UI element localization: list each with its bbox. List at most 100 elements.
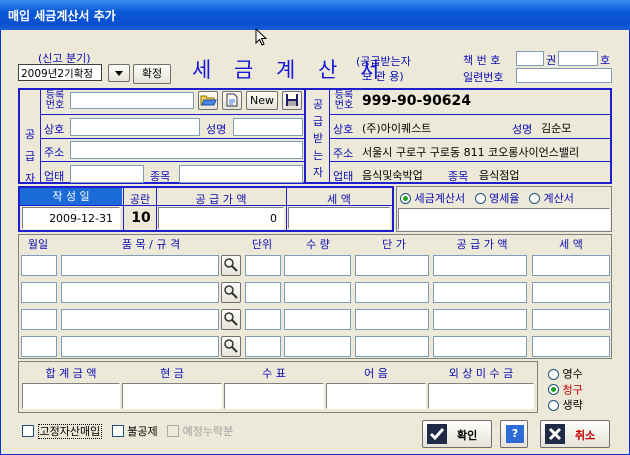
- items-row-1-date-input[interactable]: [21, 255, 57, 276]
- item-search-button[interactable]: [221, 309, 241, 330]
- new-document-icon: [226, 93, 238, 107]
- items-row-3-item-input[interactable]: [61, 309, 219, 330]
- radio-receipt-label: 영수: [562, 367, 583, 381]
- supplier-name-input[interactable]: [233, 118, 303, 136]
- date-header: 작 성 일: [20, 188, 122, 206]
- supplier-business-input[interactable]: [70, 165, 144, 183]
- supply-amount-field[interactable]: 0: [158, 207, 284, 229]
- supplier-grid-line: [40, 114, 304, 115]
- items-row-1-qty-input[interactable]: [284, 255, 351, 276]
- book-number-input[interactable]: [558, 51, 598, 66]
- radio-omit-label: 생략: [562, 398, 583, 412]
- radio-receipt[interactable]: [548, 368, 559, 380]
- save-button[interactable]: [282, 91, 302, 110]
- fixed-asset-checkbox[interactable]: [22, 425, 34, 437]
- radio-tax-invoice-label: 세금계산서: [414, 192, 466, 205]
- confirm-period-button[interactable]: 확정: [133, 64, 171, 84]
- tax-amount-field[interactable]: [288, 207, 390, 229]
- items-row-4-supply-input[interactable]: [433, 336, 527, 357]
- items-row-3-supply-input[interactable]: [433, 309, 527, 330]
- supplier-item-input[interactable]: [179, 165, 303, 183]
- supplier-item-label: 종목: [150, 170, 171, 183]
- col-date-header: 월일: [27, 238, 49, 251]
- buyer-label-divider: [329, 90, 330, 182]
- items-row-3-date-input[interactable]: [21, 309, 57, 330]
- items-row-2-item-input[interactable]: [61, 282, 219, 303]
- items-row-3-price-input[interactable]: [355, 309, 429, 330]
- items-row-2-unit-input[interactable]: [245, 282, 281, 303]
- non-deduct-checkbox[interactable]: [111, 425, 124, 437]
- item-search-button[interactable]: [221, 336, 241, 357]
- cancel-button[interactable]: 취소: [540, 420, 610, 448]
- items-row-2-tax-input[interactable]: [532, 282, 610, 303]
- help-button[interactable]: ?: [500, 420, 528, 448]
- issue-date-field[interactable]: 2009-12-31: [22, 207, 120, 229]
- totals-header-3: 어 음: [364, 367, 388, 380]
- radio-invoice[interactable]: [528, 192, 540, 204]
- title-bar[interactable]: 매입 세금계산서 추가: [0, 0, 630, 30]
- radio-claim[interactable]: [548, 384, 559, 395]
- supplier-reg-input[interactable]: [70, 92, 194, 109]
- totals-value-0[interactable]: [22, 383, 120, 409]
- invoice-note-field[interactable]: [398, 208, 610, 230]
- totals-value-2[interactable]: [224, 383, 324, 409]
- totals-header-0: 합 계 금 액: [45, 367, 97, 380]
- party-divider: [304, 88, 306, 184]
- item-search-button[interactable]: [221, 282, 241, 303]
- items-row-1-item-input[interactable]: [61, 255, 219, 276]
- item-search-button[interactable]: [221, 255, 241, 276]
- radio-tax-invoice[interactable]: [400, 192, 411, 204]
- supplier-company-input[interactable]: [70, 118, 200, 136]
- items-row-1-tax-input[interactable]: [532, 255, 610, 276]
- supplier-side-label: 공 급 자: [24, 128, 36, 185]
- items-row-2-date-input[interactable]: [21, 282, 57, 303]
- report-period-select[interactable]: 2009년2기확정: [18, 64, 102, 81]
- buyer-side-label: 공 급 받 는 자: [312, 98, 324, 179]
- buyer-reg-label: 등록번호: [334, 90, 354, 111]
- supplier-name-label: 성명: [206, 123, 227, 136]
- items-row-2-price-input[interactable]: [355, 282, 429, 303]
- new-doc-icon-button[interactable]: [222, 91, 242, 110]
- col-item-header: 품 목 / 규 격: [121, 238, 181, 251]
- mouse-cursor-icon: [255, 28, 268, 46]
- items-row-1-price-input[interactable]: [355, 255, 429, 276]
- totals-value-3[interactable]: [326, 383, 426, 409]
- items-row-4-unit-input[interactable]: [245, 336, 281, 357]
- new-button[interactable]: New: [246, 91, 278, 110]
- report-period-dropdown-button[interactable]: [108, 64, 130, 82]
- col-tax-header: 세 액: [559, 238, 583, 251]
- items-row-3-qty-input[interactable]: [284, 309, 351, 330]
- items-row-4-qty-input[interactable]: [284, 336, 351, 357]
- serial-input[interactable]: [516, 68, 612, 83]
- radio-zero-rate[interactable]: [474, 192, 486, 204]
- items-row-1-unit-input[interactable]: [245, 255, 281, 276]
- radio-omit[interactable]: [548, 399, 559, 411]
- totals-header-1: 현 금: [160, 367, 184, 380]
- items-row-3-unit-input[interactable]: [245, 309, 281, 330]
- radio-invoice-label: 계산서: [543, 192, 574, 205]
- cancel-button-label: 취소: [575, 429, 596, 442]
- serial-label: 일련번호: [463, 71, 504, 84]
- buyer-name-value: 김순모: [541, 122, 572, 135]
- items-row-4-item-input[interactable]: [61, 336, 219, 357]
- items-row-3-tax-input[interactable]: [532, 309, 610, 330]
- omitted-checkbox[interactable]: [167, 425, 180, 437]
- items-row-4-tax-input[interactable]: [532, 336, 610, 357]
- items-row-2-supply-input[interactable]: [433, 282, 527, 303]
- book-volume-input[interactable]: [516, 51, 544, 66]
- open-folder-button[interactable]: [198, 91, 218, 110]
- buyer-name-label: 성명: [512, 123, 533, 136]
- items-row-4-price-input[interactable]: [355, 336, 429, 357]
- items-row-1-supply-input[interactable]: [433, 255, 527, 276]
- items-row-2-qty-input[interactable]: [284, 282, 351, 303]
- totals-value-4[interactable]: [428, 383, 534, 409]
- kwon-label: 권: [546, 54, 557, 67]
- ok-button[interactable]: 확인: [422, 420, 492, 448]
- buyer-reg-value: 999-90-90624: [362, 93, 472, 109]
- totals-value-1[interactable]: [122, 383, 222, 409]
- supplier-address-input[interactable]: [70, 141, 303, 159]
- items-row-4-date-input[interactable]: [21, 336, 57, 357]
- radio-zero-rate-label: 영세율: [489, 192, 520, 205]
- buyer-company-value: (주)아이퀘스트: [362, 122, 432, 135]
- summary-grid-line: [156, 188, 157, 230]
